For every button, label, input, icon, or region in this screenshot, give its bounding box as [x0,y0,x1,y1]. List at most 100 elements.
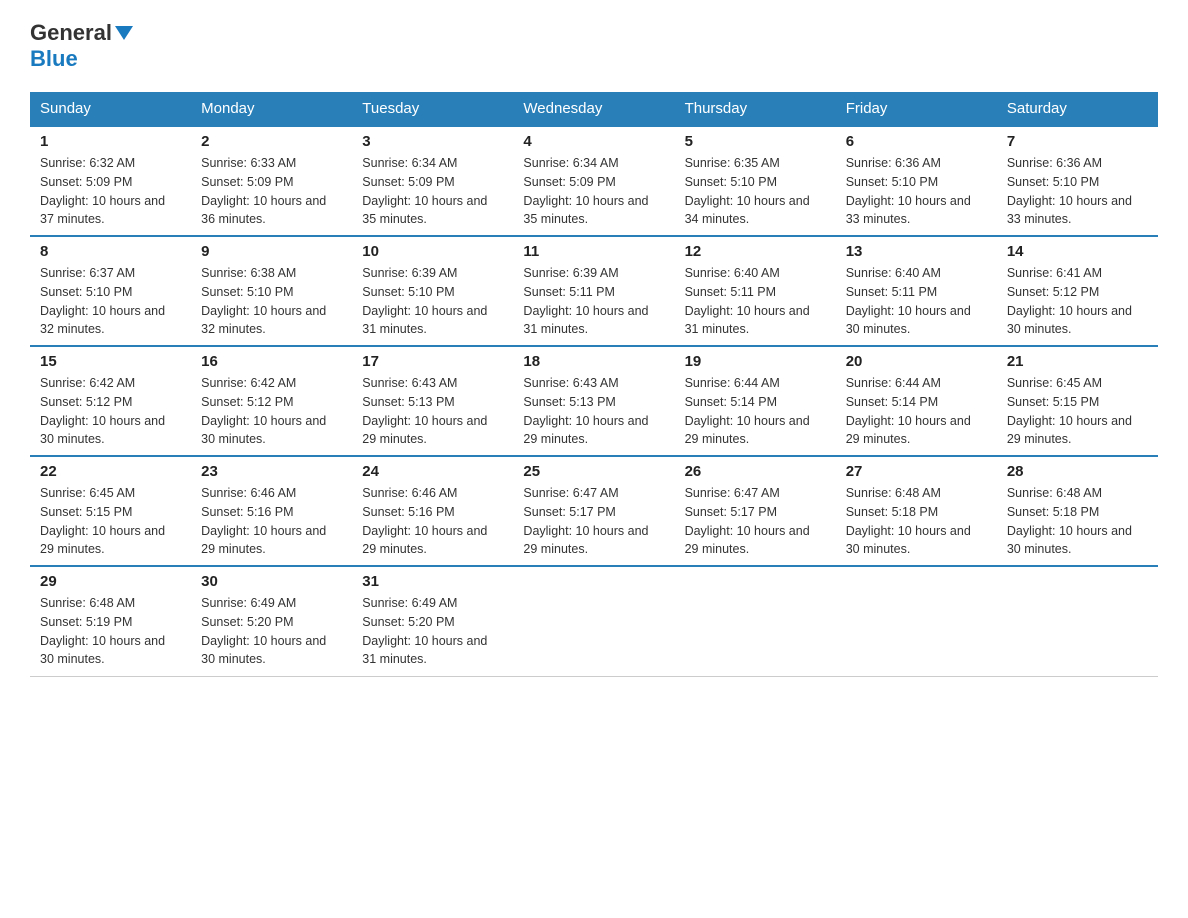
logo-blue-part: Blue [30,46,78,72]
day-cell: 13 Sunrise: 6:40 AMSunset: 5:11 PMDaylig… [836,236,997,346]
day-cell: 14 Sunrise: 6:41 AMSunset: 5:12 PMDaylig… [997,236,1158,346]
day-cell: 10 Sunrise: 6:39 AMSunset: 5:10 PMDaylig… [352,236,513,346]
day-number: 14 [1007,243,1148,260]
day-cell [997,566,1158,676]
day-cell: 19 Sunrise: 6:44 AMSunset: 5:14 PMDaylig… [675,346,836,456]
day-number: 25 [523,463,664,480]
day-info: Sunrise: 6:48 AMSunset: 5:19 PMDaylight:… [40,596,165,666]
day-info: Sunrise: 6:45 AMSunset: 5:15 PMDaylight:… [40,486,165,556]
day-cell: 29 Sunrise: 6:48 AMSunset: 5:19 PMDaylig… [30,566,191,676]
header-row: SundayMondayTuesdayWednesdayThursdayFrid… [30,92,1158,126]
day-info: Sunrise: 6:49 AMSunset: 5:20 PMDaylight:… [201,596,326,666]
day-number: 17 [362,353,503,370]
day-number: 8 [40,243,181,260]
day-number: 26 [685,463,826,480]
day-cell: 25 Sunrise: 6:47 AMSunset: 5:17 PMDaylig… [513,456,674,566]
day-number: 22 [40,463,181,480]
day-info: Sunrise: 6:40 AMSunset: 5:11 PMDaylight:… [846,266,971,336]
day-number: 31 [362,573,503,590]
day-info: Sunrise: 6:41 AMSunset: 5:12 PMDaylight:… [1007,266,1132,336]
day-info: Sunrise: 6:38 AMSunset: 5:10 PMDaylight:… [201,266,326,336]
day-info: Sunrise: 6:46 AMSunset: 5:16 PMDaylight:… [362,486,487,556]
day-cell: 3 Sunrise: 6:34 AMSunset: 5:09 PMDayligh… [352,126,513,236]
day-info: Sunrise: 6:43 AMSunset: 5:13 PMDaylight:… [362,376,487,446]
header-thursday: Thursday [675,92,836,126]
day-number: 12 [685,243,826,260]
day-number: 28 [1007,463,1148,480]
day-cell [836,566,997,676]
day-cell: 4 Sunrise: 6:34 AMSunset: 5:09 PMDayligh… [513,126,674,236]
week-row-5: 29 Sunrise: 6:48 AMSunset: 5:19 PMDaylig… [30,566,1158,676]
header-tuesday: Tuesday [352,92,513,126]
day-cell: 7 Sunrise: 6:36 AMSunset: 5:10 PMDayligh… [997,126,1158,236]
header-saturday: Saturday [997,92,1158,126]
logo: General Blue [30,20,136,72]
header-friday: Friday [836,92,997,126]
day-cell: 21 Sunrise: 6:45 AMSunset: 5:15 PMDaylig… [997,346,1158,456]
day-cell: 6 Sunrise: 6:36 AMSunset: 5:10 PMDayligh… [836,126,997,236]
day-info: Sunrise: 6:46 AMSunset: 5:16 PMDaylight:… [201,486,326,556]
day-info: Sunrise: 6:43 AMSunset: 5:13 PMDaylight:… [523,376,648,446]
day-info: Sunrise: 6:34 AMSunset: 5:09 PMDaylight:… [362,156,487,226]
day-number: 27 [846,463,987,480]
day-number: 19 [685,353,826,370]
day-number: 10 [362,243,503,260]
logo-wordmark: General [30,20,136,46]
day-number: 1 [40,133,181,150]
day-number: 29 [40,573,181,590]
calendar-table: SundayMondayTuesdayWednesdayThursdayFrid… [30,92,1158,677]
day-info: Sunrise: 6:36 AMSunset: 5:10 PMDaylight:… [1007,156,1132,226]
day-cell: 22 Sunrise: 6:45 AMSunset: 5:15 PMDaylig… [30,456,191,566]
day-info: Sunrise: 6:36 AMSunset: 5:10 PMDaylight:… [846,156,971,226]
day-number: 4 [523,133,664,150]
day-cell: 1 Sunrise: 6:32 AMSunset: 5:09 PMDayligh… [30,126,191,236]
day-cell: 9 Sunrise: 6:38 AMSunset: 5:10 PMDayligh… [191,236,352,346]
day-cell: 31 Sunrise: 6:49 AMSunset: 5:20 PMDaylig… [352,566,513,676]
header-wednesday: Wednesday [513,92,674,126]
header-sunday: Sunday [30,92,191,126]
day-cell: 26 Sunrise: 6:47 AMSunset: 5:17 PMDaylig… [675,456,836,566]
day-info: Sunrise: 6:44 AMSunset: 5:14 PMDaylight:… [685,376,810,446]
day-number: 18 [523,353,664,370]
day-number: 23 [201,463,342,480]
day-cell: 20 Sunrise: 6:44 AMSunset: 5:14 PMDaylig… [836,346,997,456]
day-cell: 16 Sunrise: 6:42 AMSunset: 5:12 PMDaylig… [191,346,352,456]
day-info: Sunrise: 6:48 AMSunset: 5:18 PMDaylight:… [846,486,971,556]
day-cell: 30 Sunrise: 6:49 AMSunset: 5:20 PMDaylig… [191,566,352,676]
week-row-2: 8 Sunrise: 6:37 AMSunset: 5:10 PMDayligh… [30,236,1158,346]
logo-general-part: General [30,20,112,46]
day-info: Sunrise: 6:37 AMSunset: 5:10 PMDaylight:… [40,266,165,336]
day-cell: 17 Sunrise: 6:43 AMSunset: 5:13 PMDaylig… [352,346,513,456]
day-number: 13 [846,243,987,260]
week-row-4: 22 Sunrise: 6:45 AMSunset: 5:15 PMDaylig… [30,456,1158,566]
day-number: 20 [846,353,987,370]
day-cell: 8 Sunrise: 6:37 AMSunset: 5:10 PMDayligh… [30,236,191,346]
day-number: 16 [201,353,342,370]
day-cell: 15 Sunrise: 6:42 AMSunset: 5:12 PMDaylig… [30,346,191,456]
day-info: Sunrise: 6:42 AMSunset: 5:12 PMDaylight:… [201,376,326,446]
week-row-3: 15 Sunrise: 6:42 AMSunset: 5:12 PMDaylig… [30,346,1158,456]
day-info: Sunrise: 6:48 AMSunset: 5:18 PMDaylight:… [1007,486,1132,556]
day-info: Sunrise: 6:47 AMSunset: 5:17 PMDaylight:… [685,486,810,556]
day-number: 5 [685,133,826,150]
day-cell: 27 Sunrise: 6:48 AMSunset: 5:18 PMDaylig… [836,456,997,566]
day-info: Sunrise: 6:39 AMSunset: 5:11 PMDaylight:… [523,266,648,336]
week-row-1: 1 Sunrise: 6:32 AMSunset: 5:09 PMDayligh… [30,126,1158,236]
day-cell: 12 Sunrise: 6:40 AMSunset: 5:11 PMDaylig… [675,236,836,346]
day-cell [513,566,674,676]
day-cell: 2 Sunrise: 6:33 AMSunset: 5:09 PMDayligh… [191,126,352,236]
day-cell: 11 Sunrise: 6:39 AMSunset: 5:11 PMDaylig… [513,236,674,346]
header-monday: Monday [191,92,352,126]
day-number: 30 [201,573,342,590]
day-info: Sunrise: 6:32 AMSunset: 5:09 PMDaylight:… [40,156,165,226]
day-info: Sunrise: 6:47 AMSunset: 5:17 PMDaylight:… [523,486,648,556]
day-info: Sunrise: 6:42 AMSunset: 5:12 PMDaylight:… [40,376,165,446]
day-cell: 28 Sunrise: 6:48 AMSunset: 5:18 PMDaylig… [997,456,1158,566]
day-number: 3 [362,133,503,150]
day-info: Sunrise: 6:33 AMSunset: 5:09 PMDaylight:… [201,156,326,226]
day-number: 9 [201,243,342,260]
day-cell: 23 Sunrise: 6:46 AMSunset: 5:16 PMDaylig… [191,456,352,566]
day-number: 6 [846,133,987,150]
day-cell [675,566,836,676]
day-number: 21 [1007,353,1148,370]
